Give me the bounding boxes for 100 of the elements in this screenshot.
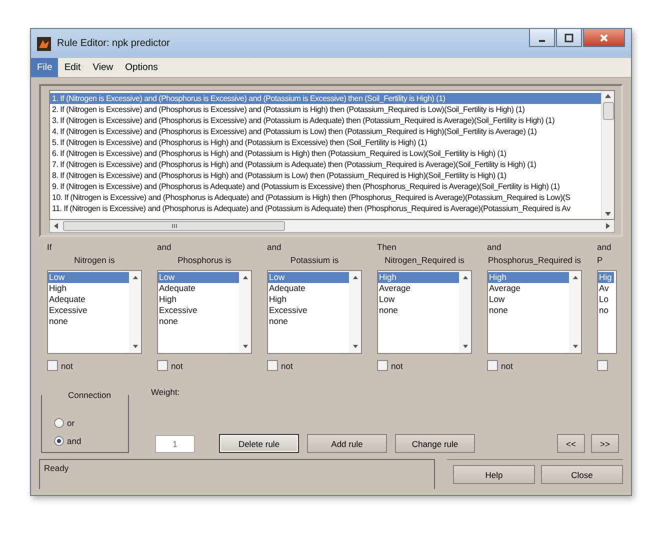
- horizontal-scrollbar[interactable]: [49, 220, 615, 233]
- variable-label: Nitrogen is: [73, 255, 116, 267]
- term-listbox[interactable]: Hig Av Lo no: [597, 270, 617, 354]
- rule-button[interactable]: Change rule: [395, 434, 475, 453]
- rule-row[interactable]: 4. If (Nitrogen is Excessive) and (Phosphorus is Excessive) and (Potassium is Low) then (Potassium_Required is High)(Soil_Fertility is Average) (1): [50, 126, 601, 137]
- connector-label: and: [267, 242, 282, 254]
- scrollbar-thumb[interactable]: [602, 102, 614, 120]
- not-checkbox[interactable]: not: [377, 360, 403, 371]
- connector-label: and: [487, 242, 502, 254]
- term-option[interactable]: High: [488, 272, 569, 283]
- footer-button[interactable]: Help: [453, 465, 535, 484]
- down-arrow-icon[interactable]: [462, 344, 468, 349]
- term-option[interactable]: High: [378, 272, 459, 283]
- rule-row[interactable]: 3. If (Nitrogen is Excessive) and (Phosphorus is Excessive) and (Potassium is Adequate) then (Potassium_Required is Average)(Soil_Fertility is High) (1): [50, 115, 601, 126]
- close-button[interactable]: [583, 29, 625, 47]
- rule-button[interactable]: Delete rule: [219, 434, 299, 453]
- term-option[interactable]: Av: [598, 283, 614, 294]
- up-arrow-icon[interactable]: [462, 275, 468, 280]
- term-option[interactable]: Low: [378, 294, 459, 305]
- not-checkbox[interactable]: [597, 360, 608, 371]
- connector-label: and: [597, 242, 612, 254]
- rule-row[interactable]: 2. If (Nitrogen is Excessive) and (Phosphorus is Excessive) and (Potassium is High) then (Potassium_Required is Low)(Soil_Fertility is High) (1): [50, 104, 601, 115]
- rule-row[interactable]: 9. If (Nitrogen is Excessive) and (Phosphorus is Adequate) and (Potassium is Excessive) then (Phosphorus_Required is Average)(Soil_Fertility is High) (1): [50, 181, 601, 192]
- rule-row[interactable]: 6. If (Nitrogen is Excessive) and (Phosphorus is High) and (Potassium is High) then (Potassium_Required is Low)(Soil_Fertility is High) (1): [50, 148, 601, 159]
- term-option[interactable]: none: [378, 305, 459, 316]
- menu-item[interactable]: Options: [119, 58, 164, 77]
- term-option[interactable]: Average: [378, 283, 459, 294]
- term-option[interactable]: no: [598, 305, 614, 316]
- scrollbar-thumb[interactable]: [63, 221, 285, 231]
- menu-item[interactable]: Edit: [58, 58, 87, 77]
- term-listbox[interactable]: High Average Low none: [487, 270, 582, 354]
- minimize-button[interactable]: [529, 29, 555, 47]
- rule-row[interactable]: 1. If (Nitrogen is Excessive) and (Phosphorus is Excessive) and (Potassium is Excessive) then (Soil_Fertility is High) (1): [50, 93, 601, 104]
- rule-button[interactable]: Add rule: [307, 434, 387, 453]
- term-option[interactable]: none: [48, 316, 129, 327]
- not-checkbox[interactable]: not: [487, 360, 513, 371]
- minimize-icon: [539, 40, 545, 42]
- term-option[interactable]: Low: [158, 272, 239, 283]
- menu-item[interactable]: View: [86, 58, 120, 77]
- nav-button[interactable]: >>: [591, 434, 619, 453]
- rule-row[interactable]: 10. If (Nitrogen is Excessive) and (Phosphorus is Adequate) and (Potassium is High) then (Phosphorus_Required is Average)(Potassium_Required is Low)(S: [50, 192, 601, 203]
- term-option[interactable]: none: [488, 305, 569, 316]
- term-option[interactable]: High: [48, 283, 129, 294]
- status-bar: Ready: [39, 459, 435, 489]
- variable-label: Phosphorus_Required is: [487, 255, 582, 267]
- footer-button[interactable]: Close: [541, 465, 623, 484]
- term-option[interactable]: none: [268, 316, 349, 327]
- window-title: Rule Editor: npk predictor: [57, 38, 171, 49]
- up-arrow-icon[interactable]: [604, 93, 612, 99]
- term-option[interactable]: none: [158, 316, 239, 327]
- term-option[interactable]: Adequate: [268, 283, 349, 294]
- app-icon: [37, 36, 51, 50]
- term-listbox[interactable]: Low Adequate High Excessive none: [157, 270, 252, 354]
- not-checkbox[interactable]: not: [157, 360, 183, 371]
- not-checkbox[interactable]: not: [267, 360, 293, 371]
- down-arrow-icon[interactable]: [242, 344, 248, 349]
- menu-item[interactable]: File: [31, 58, 58, 77]
- connector-label: and: [157, 242, 172, 254]
- term-option[interactable]: Adequate: [48, 294, 129, 305]
- term-option[interactable]: Low: [48, 272, 129, 283]
- term-option[interactable]: Adequate: [158, 283, 239, 294]
- up-arrow-icon[interactable]: [352, 275, 358, 280]
- rule-row[interactable]: 7. If (Nitrogen is Excessive) and (Phosphorus is High) and (Potassium is Adequate) then (Potassium_Required is Average)(Soil_Fertility is High) (1): [50, 159, 601, 170]
- connector-label: If: [47, 242, 53, 254]
- down-arrow-icon[interactable]: [604, 211, 612, 217]
- down-arrow-icon[interactable]: [132, 344, 138, 349]
- term-option[interactable]: Average: [488, 283, 569, 294]
- term-option[interactable]: High: [268, 294, 349, 305]
- term-option[interactable]: Excessive: [48, 305, 129, 316]
- down-arrow-icon[interactable]: [352, 344, 358, 349]
- term-option[interactable]: Low: [268, 272, 349, 283]
- weight-label: Weight:: [151, 387, 181, 397]
- radio-option[interactable]: and: [54, 436, 128, 446]
- term-option[interactable]: High: [158, 294, 239, 305]
- left-arrow-icon[interactable]: [53, 222, 59, 230]
- term-option[interactable]: Excessive: [268, 305, 349, 316]
- up-arrow-icon[interactable]: [242, 275, 248, 280]
- radio-option[interactable]: or: [54, 418, 128, 428]
- maximize-button[interactable]: [556, 29, 582, 47]
- rule-row[interactable]: 5. If (Nitrogen is Excessive) and (Phosphorus is High) and (Potassium is Excessive) then (Soil_Fertility is High) (1): [50, 137, 601, 148]
- term-option[interactable]: Hig: [598, 272, 614, 283]
- term-listbox[interactable]: Low High Adequate Excessive none: [47, 270, 142, 354]
- vertical-scrollbar[interactable]: [601, 91, 614, 219]
- up-arrow-icon[interactable]: [572, 275, 578, 280]
- variable-label: Nitrogen_Required is: [384, 255, 466, 267]
- term-option[interactable]: Excessive: [158, 305, 239, 316]
- down-arrow-icon[interactable]: [572, 344, 578, 349]
- up-arrow-icon[interactable]: [132, 275, 138, 280]
- term-listbox[interactable]: High Average Low none: [377, 270, 472, 354]
- rule-row[interactable]: 11. If (Nitrogen is Excessive) and (Phosphorus is Adequate) and (Potassium is Adequate) then (Phosphorus_Required is Average)(Potassium_Required is Av: [50, 203, 601, 214]
- close-icon: [599, 32, 609, 42]
- right-arrow-icon[interactable]: [605, 222, 611, 230]
- variable-label: Potassium is: [289, 255, 340, 267]
- term-option[interactable]: Low: [488, 294, 569, 305]
- rule-row[interactable]: 8. If (Nitrogen is Excessive) and (Phosphorus is High) and (Potassium is Low) then (Potassium_Required is High)(Soil_Fertility is High) (1): [50, 170, 601, 181]
- term-option[interactable]: Lo: [598, 294, 614, 305]
- nav-button[interactable]: <<: [557, 434, 585, 453]
- weight-field[interactable]: 1: [155, 435, 195, 453]
- not-checkbox[interactable]: not: [47, 360, 73, 371]
- term-listbox[interactable]: Low Adequate High Excessive none: [267, 270, 362, 354]
